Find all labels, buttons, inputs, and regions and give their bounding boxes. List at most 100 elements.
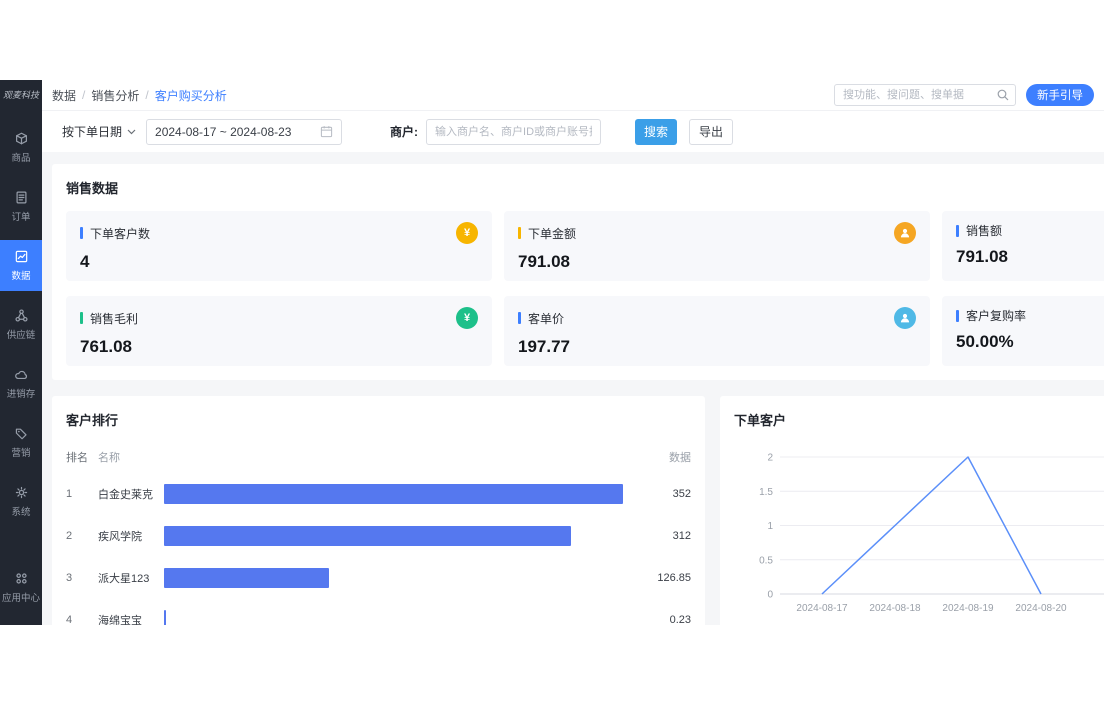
- svg-text:2: 2: [767, 453, 773, 464]
- sidebar-item-订单[interactable]: 订单: [0, 181, 42, 232]
- stat-accent-bar: [518, 312, 521, 324]
- sidebar-item-label: 系统: [11, 504, 30, 518]
- stat-label: 下单客户数: [90, 225, 150, 242]
- search-button[interactable]: 搜索: [635, 119, 677, 145]
- ranking-bar: [164, 526, 571, 546]
- yen-badge-icon: ¥: [456, 307, 478, 329]
- order-customers-title: 下单客户: [734, 410, 1104, 429]
- breadcrumb: 数据 / 销售分析 / 客户购买分析: [52, 87, 227, 104]
- stat-accent-bar: [956, 310, 959, 322]
- sales-data-card: 销售数据 下单客户数¥4下单金额791.08销售额791.08销售毛利¥761.…: [52, 164, 1104, 380]
- system-gear-icon: [14, 485, 29, 500]
- sidebar-item-营销[interactable]: 营销: [0, 417, 42, 468]
- customer-name: 白金史莱克: [98, 486, 164, 502]
- yen-badge-icon: ¥: [456, 222, 478, 244]
- breadcrumb-separator: /: [82, 88, 85, 102]
- stats-grid: 下单客户数¥4下单金额791.08销售额791.08销售毛利¥761.08客单价…: [66, 211, 1104, 366]
- breadcrumb-item[interactable]: 销售分析: [91, 87, 139, 104]
- date-type-label: 按下单日期: [62, 123, 122, 140]
- export-button[interactable]: 导出: [689, 119, 733, 145]
- stat-accent-bar: [80, 312, 83, 324]
- sidebar-item-label: 商品: [11, 150, 30, 164]
- ranking-value: 352: [635, 488, 691, 500]
- topbar-right: 新手引导: [834, 84, 1094, 106]
- logo: 观麦科技: [2, 80, 40, 100]
- sidebar-item-供应链[interactable]: 供应链: [0, 299, 42, 350]
- ranking-row: 1白金史莱克352: [66, 473, 691, 515]
- ranking-bar: [164, 568, 329, 588]
- ranking-rows: 1白金史莱克3522疾风学院3123派大星123126.854海绵宝宝0.23: [66, 473, 691, 625]
- sidebar-item-label: 营销: [11, 445, 30, 459]
- sidebar-item-进销存[interactable]: 进销存: [0, 358, 42, 409]
- date-range-value: 2024-08-17 ~ 2024-08-23: [155, 125, 291, 139]
- svg-text:2024-08-18: 2024-08-18: [869, 603, 921, 614]
- stat-tile: 客单价197.77: [504, 296, 930, 366]
- ranking-table: 排名名称数据 1白金史莱克3522疾风学院3123派大星123126.854海绵…: [66, 449, 691, 625]
- customer-name: 疾风学院: [98, 528, 164, 544]
- stat-tile: 客户复购率50.00%: [942, 296, 1104, 366]
- sidebar: 观麦科技 商品订单数据供应链进销存营销系统 应用中心: [0, 80, 42, 625]
- breadcrumb-item[interactable]: 数据: [52, 87, 76, 104]
- sidebar-item-数据[interactable]: 数据: [0, 240, 42, 291]
- global-search-input[interactable]: [834, 84, 1016, 106]
- stat-value: 791.08: [956, 247, 1104, 267]
- date-range-picker[interactable]: 2024-08-17 ~ 2024-08-23: [146, 119, 342, 145]
- col-header-rank: 排名: [66, 449, 98, 465]
- sidebar-item-商品[interactable]: 商品: [0, 122, 42, 173]
- marketing-tag-icon: [14, 426, 29, 441]
- svg-text:2024-08-19: 2024-08-19: [942, 603, 994, 614]
- guide-button[interactable]: 新手引导: [1026, 84, 1094, 106]
- stat-accent-bar: [518, 227, 521, 239]
- supply-chain-icon: [14, 308, 29, 323]
- stat-label: 销售额: [966, 222, 1002, 239]
- app-center-icon: [14, 571, 29, 586]
- svg-text:2024-08-20: 2024-08-20: [1015, 603, 1067, 614]
- stat-accent-bar: [80, 227, 83, 239]
- main-area: 数据 / 销售分析 / 客户购买分析 新手引导 按下单日期 2024-08-17 ~ 2…: [42, 80, 1104, 625]
- stat-label: 客户复购率: [966, 307, 1026, 324]
- ranking-row: 2疾风学院312: [66, 515, 691, 557]
- search-icon[interactable]: [996, 88, 1010, 102]
- filterbar: 按下单日期 2024-08-17 ~ 2024-08-23 商户: 搜索 导出: [42, 110, 1104, 152]
- ranking-value: 0.23: [635, 614, 691, 625]
- chevron-down-icon: [127, 129, 136, 135]
- goods-box-icon: [14, 131, 29, 146]
- date-type-select[interactable]: 按下单日期: [62, 123, 136, 140]
- order-customers-card: 下单客户 21.510.502024-08-172024-08-182024-0…: [720, 396, 1104, 625]
- sidebar-bottom: 应用中心: [0, 562, 42, 621]
- svg-text:0: 0: [767, 590, 773, 601]
- rank-number: 4: [66, 614, 98, 625]
- ranking-bar: [164, 610, 166, 625]
- app-window: 观麦科技 商品订单数据供应链进销存营销系统 应用中心 数据/销售分析/客户购买分…: [0, 80, 1104, 625]
- ranking-row: 3派大星123126.85: [66, 557, 691, 599]
- col-header-value: 数据: [635, 449, 691, 465]
- sidebar-item-label: 应用中心: [2, 590, 40, 604]
- customer-name: 海绵宝宝: [98, 612, 164, 625]
- svg-text:1.5: 1.5: [759, 487, 773, 498]
- user-badge-icon: [894, 307, 916, 329]
- sidebar-item-系统[interactable]: 系统: [0, 476, 42, 527]
- inventory-cloud-icon: [14, 367, 29, 382]
- stat-label: 销售毛利: [90, 310, 138, 327]
- rank-number: 3: [66, 572, 98, 584]
- ranking-bar: [164, 484, 623, 504]
- sidebar-item-应用中心[interactable]: 应用中心: [0, 562, 42, 613]
- sidebar-item-label: 进销存: [7, 386, 36, 400]
- stat-label: 客单价: [528, 310, 564, 327]
- global-search: [834, 84, 1016, 106]
- stat-value: 791.08: [518, 252, 916, 272]
- sidebar-item-label: 数据: [11, 268, 30, 282]
- breadcrumb-item[interactable]: 客户购买分析: [155, 87, 227, 104]
- svg-text:0.5: 0.5: [759, 555, 773, 566]
- stat-label: 下单金额: [528, 225, 576, 242]
- stat-accent-bar: [956, 225, 959, 237]
- ranking-header: 排名名称数据: [66, 449, 691, 465]
- breadcrumb-separator: /: [145, 88, 148, 102]
- user-badge-icon: [894, 222, 916, 244]
- content: 销售数据 下单客户数¥4下单金额791.08销售额791.08销售毛利¥761.…: [42, 152, 1104, 625]
- stat-tile: 销售毛利¥761.08: [66, 296, 492, 366]
- ranking-title: 客户排行: [66, 410, 691, 429]
- stat-tile: 销售额 791.08: [942, 211, 1104, 281]
- merchant-input[interactable]: [426, 119, 601, 145]
- topbar: 数据 / 销售分析 / 客户购买分析 新手引导: [42, 80, 1104, 110]
